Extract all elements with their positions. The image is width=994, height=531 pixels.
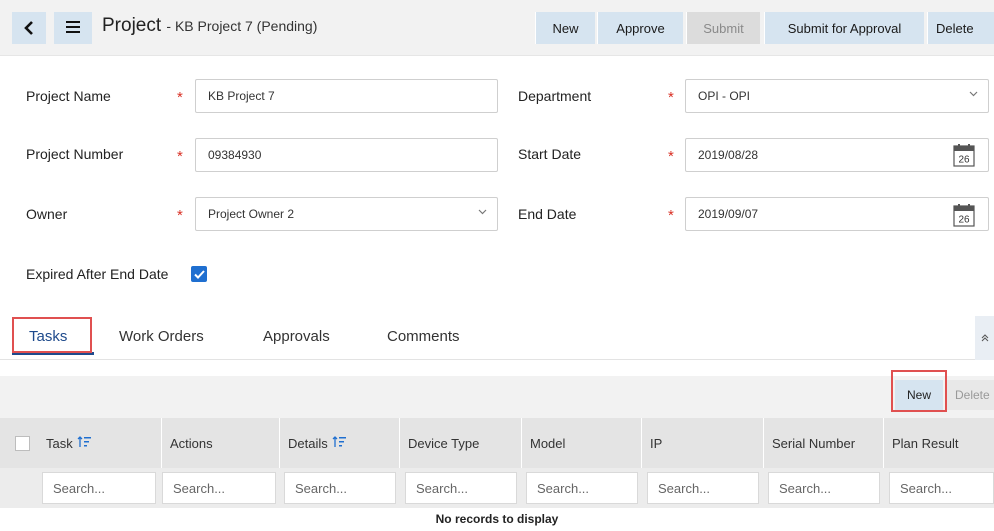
project-number-label: Project Number <box>26 146 124 162</box>
calendar-day-text: 26 <box>958 215 970 226</box>
project-name-input[interactable]: KB Project 7 <box>195 79 498 113</box>
calendar-icon[interactable]: 26 <box>953 143 975 167</box>
submit-button[interactable]: Submit <box>686 12 760 44</box>
required-marker: * <box>668 148 674 165</box>
page-title: Project - KB Project 7 (Pending) <box>102 15 317 37</box>
plan-result-search-input[interactable]: Search... <box>889 472 994 504</box>
project-number-input[interactable]: 09384930 <box>195 138 498 172</box>
calendar-day-text: 26 <box>958 155 970 166</box>
owner-select[interactable]: Project Owner 2 <box>195 197 498 231</box>
required-marker: * <box>177 148 183 165</box>
required-marker: * <box>668 207 674 224</box>
device-type-search-input[interactable]: Search... <box>405 472 517 504</box>
ip-search-input[interactable]: Search... <box>647 472 759 504</box>
expired-after-end-date-checkbox[interactable] <box>191 266 207 282</box>
required-marker: * <box>177 207 183 224</box>
project-name-label: Project Name <box>26 88 111 104</box>
column-header-plan-result[interactable]: Plan Result <box>884 418 994 468</box>
tab-comments[interactable]: Comments <box>387 328 460 345</box>
checkmark-icon <box>193 269 205 279</box>
tasks-tab-highlight <box>12 317 92 353</box>
sort-icon[interactable] <box>77 435 91 451</box>
column-header-ip[interactable]: IP <box>642 418 764 468</box>
tab-work-orders[interactable]: Work Orders <box>119 328 204 345</box>
start-date-value: 2019/08/28 <box>698 148 759 162</box>
submit-for-approval-button[interactable]: Submit for Approval <box>764 12 924 44</box>
owner-label: Owner <box>26 206 68 222</box>
department-select-value: OPI - OPI <box>698 89 751 103</box>
page-subtitle: - KB Project 7 (Pending) <box>166 18 318 34</box>
chevron-left-icon <box>24 17 34 39</box>
column-header-device-type[interactable]: Device Type <box>400 418 522 468</box>
task-search-input[interactable]: Search... <box>42 472 156 504</box>
department-label: Department <box>518 88 592 104</box>
new-button-highlight <box>891 370 947 412</box>
end-date-label: End Date <box>518 206 577 222</box>
grid-delete-button[interactable]: Delete <box>947 380 994 410</box>
sort-icon[interactable] <box>332 435 346 451</box>
column-header-actions[interactable]: Actions <box>162 418 280 468</box>
required-marker: * <box>177 89 183 106</box>
tab-approvals[interactable]: Approvals <box>263 328 330 345</box>
menu-button[interactable] <box>54 12 92 44</box>
back-button[interactable] <box>12 12 46 44</box>
hamburger-menu-icon <box>66 20 80 36</box>
column-header-details[interactable]: Details <box>280 418 400 468</box>
owner-select-value: Project Owner 2 <box>208 207 295 221</box>
delete-button[interactable]: Delete <box>927 12 994 44</box>
grid-toolbar <box>0 376 994 418</box>
calendar-icon[interactable]: 26 <box>953 203 975 227</box>
column-header-label: Details <box>288 435 328 451</box>
start-date-label: Start Date <box>518 146 582 162</box>
end-date-value: 2019/09/07 <box>698 207 759 221</box>
chevron-down-icon <box>969 89 978 100</box>
column-header-model[interactable]: Model <box>522 418 642 468</box>
details-search-input[interactable]: Search... <box>284 472 396 504</box>
chevron-down-icon <box>478 207 487 218</box>
empty-grid-message: No records to display <box>435 512 559 526</box>
start-date-input[interactable]: 2019/08/28 <box>685 138 989 172</box>
required-marker: * <box>668 89 674 106</box>
expired-after-end-date-label: Expired After End Date <box>26 266 169 282</box>
select-all-checkbox[interactable] <box>15 436 30 451</box>
approve-button[interactable]: Approve <box>597 12 683 44</box>
actions-search-input[interactable]: Search... <box>162 472 276 504</box>
collapse-button[interactable] <box>975 316 994 360</box>
department-select[interactable]: OPI - OPI <box>685 79 989 113</box>
column-header-serial-number[interactable]: Serial Number <box>764 418 884 468</box>
column-header-task[interactable]: Task <box>38 418 162 468</box>
page-title-text: Project <box>102 15 162 36</box>
column-header-label: Task <box>46 435 73 451</box>
chevron-up-icon <box>981 334 988 342</box>
end-date-input[interactable]: 2019/09/07 <box>685 197 989 231</box>
new-button[interactable]: New <box>535 12 595 44</box>
page-header: Project - KB Project 7 (Pending) New App… <box>0 0 994 56</box>
serial-number-search-input[interactable]: Search... <box>768 472 880 504</box>
model-search-input[interactable]: Search... <box>526 472 638 504</box>
